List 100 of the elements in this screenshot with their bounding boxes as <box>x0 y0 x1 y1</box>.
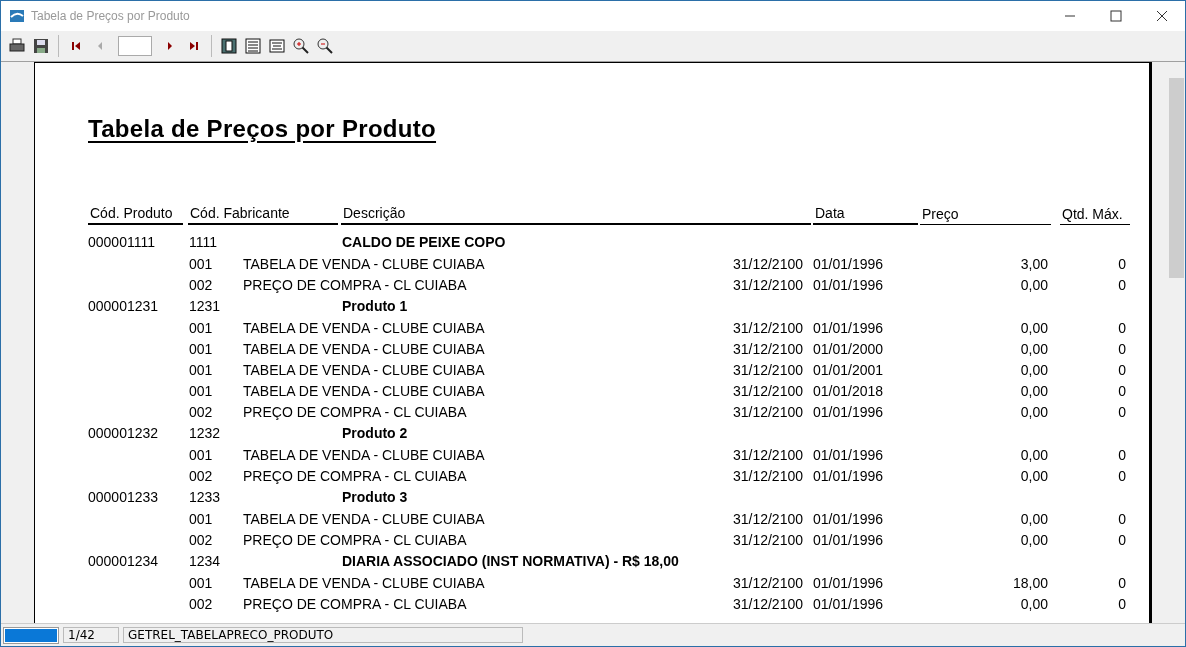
start-date: 01/01/1996 <box>813 467 885 484</box>
max-quantity: 0 <box>1117 595 1126 612</box>
table-code: 002 <box>189 276 214 293</box>
product-name: DIARIA ASSOCIADO (INST NORMATIVA) - R$ 18,00 <box>342 553 680 569</box>
start-date: 01/01/1996 <box>813 574 885 591</box>
maker-code: 1234 <box>189 553 222 569</box>
start-date: 01/01/1996 <box>813 595 885 612</box>
max-quantity: 0 <box>1117 276 1126 293</box>
max-quantity: 0 <box>1117 361 1126 378</box>
product-name: Produto 3 <box>342 489 409 505</box>
product-code: 000001111 <box>88 234 156 250</box>
price-value: 0,00 <box>1019 446 1048 463</box>
table-code: 002 <box>189 467 214 484</box>
column-header: Data <box>813 205 918 225</box>
table-code: 001 <box>189 319 214 336</box>
max-quantity: 0 <box>1117 382 1126 399</box>
max-quantity: 0 <box>1117 446 1126 463</box>
product-code: 000001233 <box>88 489 160 505</box>
max-quantity: 0 <box>1117 255 1126 272</box>
validity-date: 31/12/2100 <box>731 340 803 357</box>
price-value: 0,00 <box>1019 340 1048 357</box>
max-quantity: 0 <box>1117 574 1126 591</box>
maker-code: 1231 <box>189 298 222 314</box>
max-quantity: 0 <box>1117 467 1126 484</box>
start-date: 01/01/1996 <box>813 510 885 527</box>
page-number-field[interactable] <box>118 36 152 56</box>
price-table-name: TABELA DE VENDA - CLUBE CUIABA <box>243 446 486 463</box>
price-table-name: PREÇO DE COMPRA - CL CUIABA <box>243 276 468 293</box>
start-date: 01/01/2000 <box>813 340 885 357</box>
validity-date: 31/12/2100 <box>731 531 803 548</box>
report-name: GETREL_TABELAPRECO_PRODUTO <box>123 627 523 643</box>
zoom-out-icon <box>317 38 333 54</box>
price-value: 0,00 <box>1019 276 1048 293</box>
table-code: 002 <box>189 531 214 548</box>
column-header: Qtd. Máx. <box>1060 206 1130 225</box>
price-value: 0,00 <box>1019 403 1048 420</box>
price-table-name: TABELA DE VENDA - CLUBE CUIABA <box>243 340 486 357</box>
price-value: 0,00 <box>1019 361 1048 378</box>
validity-date: 31/12/2100 <box>731 595 803 612</box>
max-quantity: 0 <box>1117 403 1126 420</box>
max-quantity: 0 <box>1117 319 1126 336</box>
table-code: 001 <box>189 574 214 591</box>
column-header: Preço <box>920 206 1051 225</box>
price-value: 18,00 <box>1011 574 1048 591</box>
price-value: 0,00 <box>1019 467 1048 484</box>
page-view-icon <box>221 38 237 54</box>
page-counter: 1/42 <box>63 627 119 643</box>
validity-date: 31/12/2100 <box>731 446 803 463</box>
report-title: Tabela de Preços por Produto <box>88 115 438 143</box>
table-code: 001 <box>189 446 214 463</box>
product-name: CALDO DE PEIXE COPO <box>342 234 507 250</box>
price-value: 0,00 <box>1019 319 1048 336</box>
fit-width-icon <box>269 38 285 54</box>
validity-date: 31/12/2100 <box>731 255 803 272</box>
table-code: 001 <box>189 510 214 527</box>
price-table-name: TABELA DE VENDA - CLUBE CUIABA <box>243 574 486 591</box>
column-header: Cód. Fabricante <box>188 205 338 225</box>
scrollbar-thumb[interactable] <box>1168 78 1184 278</box>
table-code: 001 <box>189 382 214 399</box>
table-code: 002 <box>189 403 214 420</box>
column-header: Cód. Produto <box>88 205 183 225</box>
whole-page-button[interactable] <box>219 35 239 57</box>
price-table-name: TABELA DE VENDA - CLUBE CUIABA <box>243 319 486 336</box>
column-header: Descrição <box>341 205 811 225</box>
validity-date: 31/12/2100 <box>731 467 803 484</box>
product-name: Produto 1 <box>342 298 409 314</box>
zoom-in-icon <box>293 38 309 54</box>
validity-date: 31/12/2100 <box>731 510 803 527</box>
price-table-name: TABELA DE VENDA - CLUBE CUIABA <box>243 510 486 527</box>
product-code: 000001231 <box>88 298 160 314</box>
price-value: 3,00 <box>1019 255 1048 272</box>
price-table-name: PREÇO DE COMPRA - CL CUIABA <box>243 403 468 420</box>
validity-date: 31/12/2100 <box>731 574 803 591</box>
product-code: 000001234 <box>88 553 160 569</box>
start-date: 01/01/1996 <box>813 403 885 420</box>
start-date: 01/01/1996 <box>813 255 885 272</box>
price-value: 0,00 <box>1019 510 1048 527</box>
validity-date: 31/12/2100 <box>731 319 803 336</box>
page-width-button[interactable] <box>243 35 263 57</box>
maker-code: 1232 <box>189 425 222 441</box>
start-date: 01/01/1996 <box>813 319 885 336</box>
app-logo-icon <box>9 8 25 24</box>
price-table-name: PREÇO DE COMPRA - CL CUIABA <box>243 467 468 484</box>
start-date: 01/01/1996 <box>813 446 885 463</box>
product-code: 000001232 <box>88 425 160 441</box>
window-title: Tabela de Preços por Produto <box>31 9 191 23</box>
product-name: Produto 2 <box>342 425 409 441</box>
price-table-name: TABELA DE VENDA - CLUBE CUIABA <box>243 361 486 378</box>
validity-date: 31/12/2100 <box>731 403 803 420</box>
price-table-name: TABELA DE VENDA - CLUBE CUIABA <box>243 255 486 272</box>
maker-code: 1111 <box>189 234 219 250</box>
max-quantity: 0 <box>1117 531 1126 548</box>
table-code: 001 <box>189 340 214 357</box>
max-quantity: 0 <box>1117 340 1126 357</box>
table-code: 001 <box>189 361 214 378</box>
start-date: 01/01/1996 <box>813 276 885 293</box>
maximize-icon <box>1110 10 1122 22</box>
close-icon <box>1156 10 1168 22</box>
price-value: 0,00 <box>1019 531 1048 548</box>
price-value: 0,00 <box>1019 595 1048 612</box>
